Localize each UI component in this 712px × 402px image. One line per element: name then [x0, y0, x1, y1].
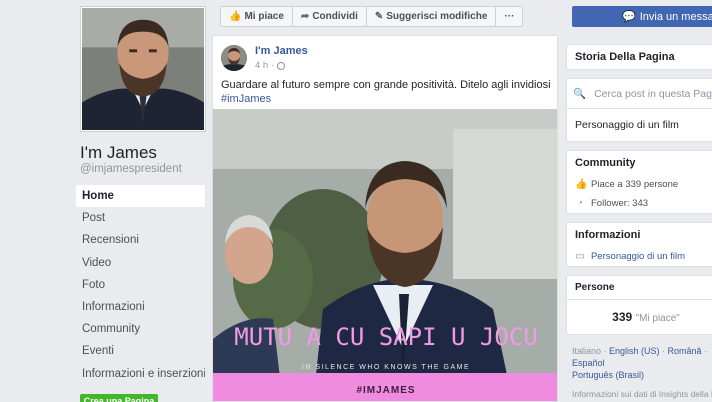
- community-card: Community 👍 Piace a 339 persone ◔ Follow…: [566, 150, 712, 214]
- people-likes-count: 339: [612, 310, 633, 324]
- more-options-button[interactable]: ···: [496, 7, 522, 26]
- nav-item-photos[interactable]: Foto: [76, 274, 205, 296]
- page-nav: Home Post Recensioni Video Foto Informaz…: [76, 185, 205, 385]
- separator-dot: ·: [271, 60, 275, 71]
- people-likes-label: "Mi piace": [635, 313, 680, 324]
- share-arrow-icon: ➦: [300, 11, 310, 22]
- share-label: Condividi: [312, 11, 358, 22]
- suggest-label: Suggerisci modifiche: [386, 11, 488, 22]
- nav-item-reviews[interactable]: Recensioni: [76, 229, 205, 251]
- suggest-edits-button[interactable]: ✎ Suggerisci modifiche: [367, 7, 497, 26]
- send-message-button[interactable]: 💬 Invia un messaggio: [572, 6, 712, 27]
- post-photo: MUTU A CU SAPI U JOCU IN SILENCE WHO KNO…: [213, 109, 557, 401]
- people-title[interactable]: Persone: [567, 276, 712, 299]
- post-body: Guardare al futuro sempre con grande pos…: [221, 79, 551, 91]
- pencil-icon: ✎: [374, 11, 384, 22]
- right-sidebar: Storia Della Pagina 🔍 Cerca post in ques…: [566, 44, 712, 402]
- nav-item-video[interactable]: Video: [76, 252, 205, 274]
- search-icon: 🔍: [573, 88, 587, 100]
- page-action-bar: 👍 Mi piace ➦ Condividi ✎ Suggerisci modi…: [220, 6, 524, 27]
- info-card: Informazioni ▭ Personaggio di un film: [566, 222, 712, 267]
- language-selector: Italiano · English (US) · Română · Españ…: [572, 346, 708, 380]
- thumbs-up-icon: 👍: [575, 179, 588, 190]
- rss-icon: ◔: [576, 198, 584, 209]
- followers-count: Follower: 343: [591, 198, 649, 209]
- globe-icon: [277, 61, 286, 70]
- image-subline: IN SILENCE WHO KNOWS THE GAME: [302, 364, 470, 371]
- followers-row: ◔ Follower: 343: [567, 194, 712, 213]
- nav-item-info[interactable]: Informazioni: [76, 296, 205, 318]
- nav-item-community[interactable]: Community: [76, 318, 205, 340]
- search-placeholder: Cerca post in questa Pagina: [594, 87, 712, 100]
- post-author-name[interactable]: I'm James: [255, 45, 308, 57]
- post-image[interactable]: MUTU A CU SAPI U JOCU IN SILENCE WHO KNO…: [213, 109, 557, 401]
- post-time-text: 4 h: [255, 60, 269, 71]
- like-page-button[interactable]: 👍 Mi piace: [221, 7, 293, 26]
- profile-photo[interactable]: [80, 6, 206, 132]
- like-label: Mi piace: [244, 11, 284, 22]
- nav-item-post[interactable]: Post: [76, 207, 205, 229]
- language-portuguese[interactable]: Português (Brasil): [572, 370, 644, 380]
- category-icon: ▭: [575, 251, 585, 262]
- page-story-card: Storia Della Pagina: [566, 44, 712, 70]
- avatar-image: [221, 45, 247, 71]
- nav-item-ads-info[interactable]: Informazioni e inserzioni: [76, 363, 205, 385]
- page-story-title[interactable]: Storia Della Pagina: [567, 45, 712, 69]
- nav-item-events[interactable]: Eventi: [76, 340, 205, 362]
- post-card: I'm James 4 h · Guardare al futuro sempr…: [212, 35, 558, 402]
- search-posts-input[interactable]: 🔍 Cerca post in questa Pagina: [567, 79, 712, 109]
- send-message-label: Invia un messaggio: [639, 10, 712, 23]
- more-label: ···: [504, 11, 515, 22]
- page-name[interactable]: I'm James: [80, 143, 157, 163]
- info-title[interactable]: Informazioni: [567, 223, 712, 247]
- likes-count: Piace a 339 persone: [591, 179, 679, 190]
- image-banner-text: #IMJAMES: [356, 385, 415, 396]
- insights-note: Informazioni sui dati di Insights della …: [572, 389, 712, 399]
- community-title[interactable]: Community: [567, 151, 712, 175]
- post-hashtag-link[interactable]: #imJames: [221, 93, 271, 105]
- post-text: Guardare al futuro sempre con grande pos…: [221, 78, 551, 106]
- thumbs-up-icon: 👍: [229, 11, 242, 22]
- language-spanish[interactable]: Español: [572, 358, 605, 368]
- language-current: Italiano: [572, 346, 602, 356]
- image-headline: MUTU A CU SAPI U JOCU: [234, 323, 537, 351]
- language-english[interactable]: English (US): [609, 346, 660, 356]
- profile-photo-image: [82, 8, 204, 130]
- info-category-row: ▭ Personaggio di un film: [567, 247, 712, 266]
- create-page-button[interactable]: Crea una Pagina: [80, 394, 158, 402]
- page-category: Personaggio di un film: [575, 119, 679, 131]
- likes-row: 👍 Piace a 339 persone: [567, 175, 712, 194]
- people-likes-box: 339 "Mi piace": [567, 299, 712, 334]
- page-handle: @imjamespresident: [80, 163, 182, 175]
- left-column: I'm James @imjamespresident Home Post Re…: [0, 0, 212, 402]
- nav-item-home[interactable]: Home: [76, 185, 205, 208]
- messenger-icon: 💬: [622, 11, 636, 23]
- post-timestamp[interactable]: 4 h ·: [255, 60, 286, 71]
- share-button[interactable]: ➦ Condividi: [293, 7, 367, 26]
- language-romanian[interactable]: Română: [668, 346, 702, 356]
- info-category-link[interactable]: Personaggio di un film: [591, 251, 685, 262]
- search-card: 🔍 Cerca post in questa Pagina Personaggi…: [566, 78, 712, 142]
- people-card: Persone 339 "Mi piace": [566, 275, 712, 335]
- post-author-avatar[interactable]: [221, 45, 247, 71]
